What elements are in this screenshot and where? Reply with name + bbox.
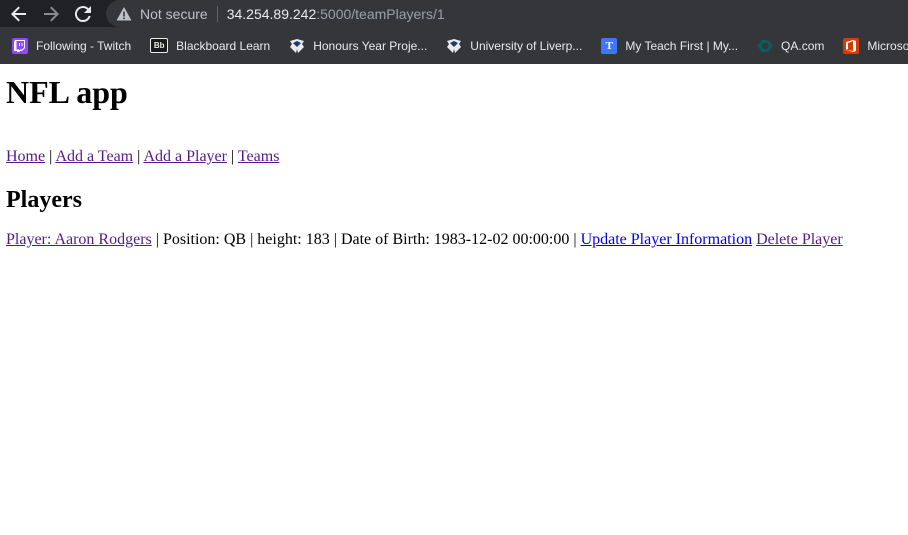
bookmark-label: Following - Twitch [36, 38, 132, 53]
warning-icon[interactable] [116, 6, 132, 22]
nav-separator: | [230, 148, 235, 165]
arrow-left-icon [11, 6, 26, 21]
bookmark-label: Blackboard Learn [176, 38, 271, 53]
nav-link-teams[interactable]: Teams [238, 148, 280, 165]
bookmark-label: Honours Year Proje... [313, 38, 428, 53]
player-row: Player: Aaron Rodgers | Position: QB | h… [6, 230, 902, 249]
field-separator: | [250, 231, 254, 248]
bookmark-label: QA.com [781, 38, 825, 53]
site-nav: Home | Add a Team | Add a Player | Teams [6, 147, 902, 166]
twitch-icon [12, 37, 28, 54]
address-bar[interactable]: Not secure 34.254.89.242:5000/teamPlayer… [106, 0, 908, 27]
arrow-right-icon [44, 6, 59, 21]
browser-toolbar: Not secure 34.254.89.242:5000/teamPlayer… [0, 0, 908, 27]
field-separator: | [573, 231, 577, 248]
address-divider [216, 5, 218, 22]
reload-icon [75, 5, 91, 22]
blackboard-icon: Bb [150, 38, 169, 53]
player-name-link[interactable]: Player: Aaron Rodgers [6, 231, 152, 248]
bookmark-teach-first[interactable]: T My Teach First | My... [589, 32, 745, 60]
url-host[interactable]: 34.254.89.242 [227, 6, 317, 22]
bookmarks-bar: Following - Twitch Bb Blackboard Learn H… [0, 27, 908, 64]
nav-separator: | [137, 148, 141, 165]
microsoft-office-icon [843, 37, 860, 54]
qa-icon [757, 38, 774, 54]
nav-separator: | [49, 148, 53, 165]
forward-button[interactable] [38, 1, 64, 27]
bookmark-label: University of Liverp... [470, 38, 583, 53]
page-title: NFL app [6, 74, 128, 110]
nav-link-home[interactable]: Home [6, 148, 45, 165]
bookmark-label: My Teach First | My... [625, 38, 739, 53]
delete-player-link[interactable]: Delete Player [756, 231, 843, 248]
liverpool-crest-icon [289, 38, 305, 54]
liverpool-crest-icon [446, 38, 462, 54]
player-height: height: 183 [257, 231, 330, 248]
bookmark-qa[interactable]: QA.com [745, 32, 831, 60]
update-player-link[interactable]: Update Player Information [581, 231, 753, 248]
player-position: Position: QB [162, 231, 247, 248]
player-dob: Date of Birth: 1983-12-02 00:00:00 [340, 231, 570, 248]
nav-link-add-team[interactable]: Add a Team [55, 148, 133, 165]
bookmark-blackboard[interactable]: Bb Blackboard Learn [138, 32, 277, 60]
bookmark-honours-year[interactable]: Honours Year Proje... [277, 32, 434, 60]
section-title: Players [6, 187, 82, 213]
back-button[interactable] [6, 1, 32, 27]
bookmark-microsoft-office[interactable]: Microsoft Off [831, 32, 908, 60]
reload-button[interactable] [70, 1, 96, 27]
bookmark-university-liverpool[interactable]: University of Liverp... [434, 32, 589, 60]
url-path[interactable]: :5000/teamPlayers/1 [316, 6, 444, 22]
bookmark-twitch[interactable]: Following - Twitch [0, 32, 138, 60]
page-content: NFL app Home | Add a Team | Add a Player… [0, 74, 908, 249]
field-separator: | [333, 231, 337, 248]
field-separator: | [155, 231, 159, 248]
nav-link-add-player[interactable]: Add a Player [143, 148, 227, 165]
teach-first-icon: T [601, 37, 618, 54]
bookmark-label: Microsoft Off [867, 38, 908, 53]
not-secure-label[interactable]: Not secure [140, 6, 208, 22]
